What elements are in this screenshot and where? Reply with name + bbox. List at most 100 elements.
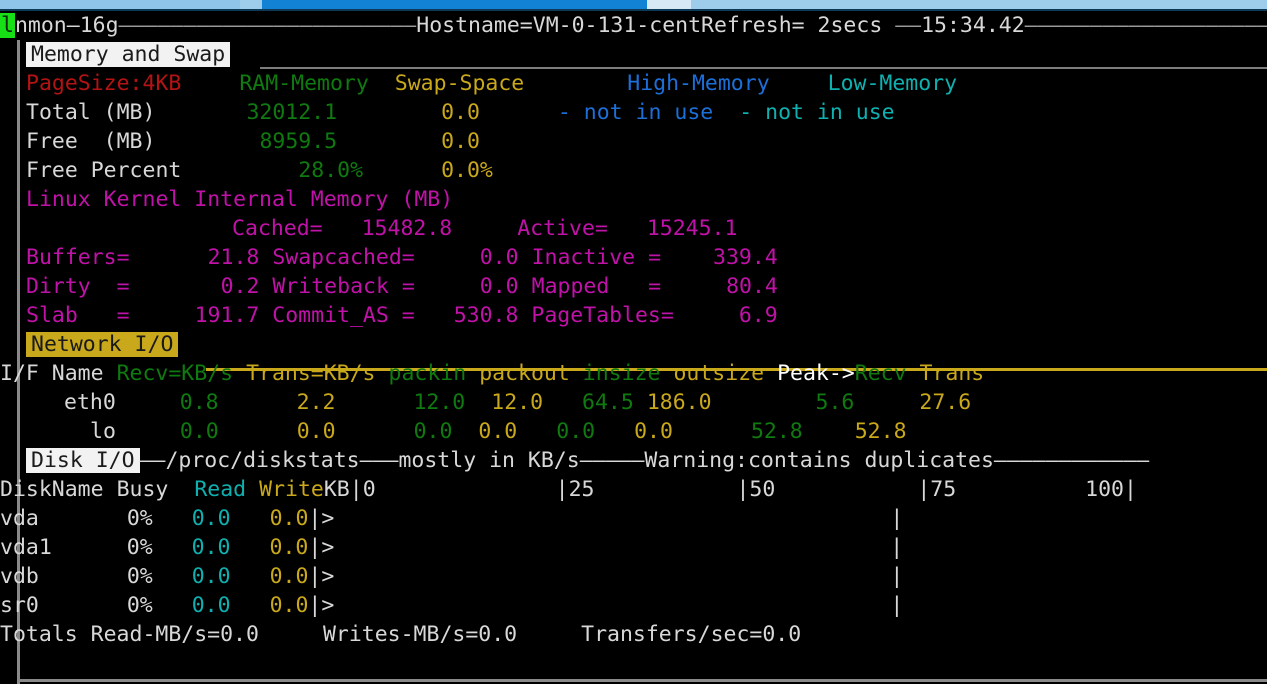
network-col-ifname: I/F Name [0,361,104,386]
disk-write: 0.0 [269,506,309,531]
nmon-app-name: nmon [14,13,67,38]
memory-col-swap: Swap-Space [394,71,525,96]
refresh-value: 2secs [804,13,896,38]
disk-bar: > [321,535,335,560]
kernel-memory-title-line: Linux Kernel Internal Memory (MB) [0,185,1267,214]
disk-bar: > [321,564,335,589]
disk-name: sr0 [0,593,39,618]
disk-header-dash-2: ——— [359,448,399,473]
nmon-terminal[interactable]: lnmon—16g———————————————————————Hostname… [0,11,1267,684]
network-section-title: Network I/O [26,332,179,357]
network-col-peak-recv: Recv [854,361,907,386]
dirty-value: 0.2 [220,274,260,299]
kernel-memory-row-buffers: Buffers= 21.8 Swapcached= 0.0 Inactive =… [0,243,1267,272]
disk-col-name: DiskName [0,477,104,502]
disk-read: 0.0 [191,593,231,618]
swapcached-label: Swapcached= [272,245,415,270]
network-packin: 0.0 [413,419,453,444]
disk-header-dash-1: —— [139,448,166,473]
memory-row-label: Free (MB) [26,129,156,154]
disk-col-write: Write [259,477,324,502]
memory-free-swap: 0.0 [441,129,480,154]
network-col-outsize: outsize [673,361,765,386]
network-trans: 2.2 [296,390,336,415]
disk-scale-50: |50 [736,477,776,502]
disk-busy: 0% [126,593,153,618]
network-recv: 0.8 [179,390,219,415]
memory-freepct-ram: 28.0% [298,158,364,183]
header-dash-1: ——————————————————————— [118,13,417,38]
network-if-name: lo [90,419,116,444]
network-peak-trans: 52.8 [854,419,907,444]
disk-read: 0.0 [191,535,231,560]
buffers-value: 21.8 [207,245,260,270]
network-recv: 0.0 [179,419,219,444]
slab-value: 191.7 [194,303,260,328]
network-trans: 0.0 [296,419,336,444]
disk-header-units: mostly in KB/s [398,448,580,473]
network-col-recv: Recv=KB/s [116,361,234,386]
network-col-peak-trans: Trans [919,361,985,386]
network-if-name: eth0 [64,390,116,415]
memory-free-ram: 8959.5 [259,129,338,154]
memory-col-ram: RAM-Memory [239,71,369,96]
network-insize: 64.5 [582,390,634,415]
disk-name: vda1 [0,535,52,560]
disk-totals-label: Totals [0,622,78,647]
memory-row-total: Total (MB) 32012.1 0.0 - not in use - no… [0,98,1267,127]
mapped-label: Mapped = [531,274,662,299]
memory-row-free-percent: Free Percent 28.0% 0.0% [0,156,1267,185]
mapped-value: 80.4 [726,274,778,299]
buffers-label: Buffers= [26,245,130,270]
network-peak-recv: 5.6 [815,390,855,415]
kernel-memory-title: Linux Kernel Internal Memory (MB) [26,187,454,212]
commit-value: 530.8 [453,303,519,328]
disk-write: 0.0 [269,593,309,618]
disk-write: 0.0 [269,535,309,560]
disk-row: vda 0% 0.0 0.0|> | [0,506,904,531]
disk-row: vda1 0% 0.0 0.0|> | [0,535,904,560]
kernel-memory-row-slab: Slab = 191.7 Commit_AS = 530.8 PageTable… [0,301,1267,330]
cached-label: Cached= [232,216,323,241]
disk-section-header: Disk I/O ——/proc/diskstats———mostly in KB… [0,446,1267,475]
network-peak-trans: 27.6 [919,390,972,415]
memory-col-high: High-Memory [627,71,770,96]
disk-read: 0.0 [191,564,231,589]
network-col-packout: packout [479,361,570,386]
disk-write: 0.0 [269,564,309,589]
network-packout: 0.0 [478,419,518,444]
pagetables-label: PageTables= [531,303,674,328]
disk-busy: 0% [126,564,153,589]
active-value: 15245.1 [646,216,738,241]
horizontal-scrollbar[interactable] [0,0,1267,11]
swapcached-value: 0.0 [479,245,519,270]
disk-bar: > [321,506,335,531]
network-col-peak: Peak-> [777,361,855,386]
active-label: Active= [517,216,608,241]
network-row-lo: lo 0.0 0.0 0.0 0.0 0.0 0.0 52.8 52.8 [0,417,1267,446]
dirty-label: Dirty = [26,274,130,299]
memory-column-headers: PageSize:4KB RAM-Memory Swap-Space High-… [0,69,1267,98]
disk-col-busy: Busy [116,477,169,502]
memory-row-label: Free Percent [26,158,182,183]
cached-value: 15482.8 [361,216,453,241]
network-section-header: Network I/O [0,330,1267,359]
terminal-cursor: l [0,13,15,38]
network-col-packin: packin [388,361,467,386]
memory-total-swap: 0.0 [441,100,480,125]
disk-header-dash-3: ————— [579,448,645,473]
network-col-trans: Trans=KB/s [246,361,376,386]
disk-scale-0: |0 [349,477,376,502]
network-column-headers: I/F Name Recv=KB/s Trans=KB/s packin pac… [0,359,1267,388]
disk-read: 0.0 [191,506,231,531]
slab-label: Slab = [26,303,130,328]
commit-label: Commit_AS = [272,303,415,328]
disk-header-warning: Warning:contains duplicates [644,448,994,473]
memory-total-high: - not in use [557,100,714,125]
nmon-version: 16g [79,13,119,38]
disk-busy: 0% [126,506,153,531]
header-dash-2: —— [895,13,922,38]
network-outsize: 186.0 [646,390,712,415]
hostname-label: Hostname= [416,13,533,38]
clock: 15:34.42 [921,13,1025,38]
